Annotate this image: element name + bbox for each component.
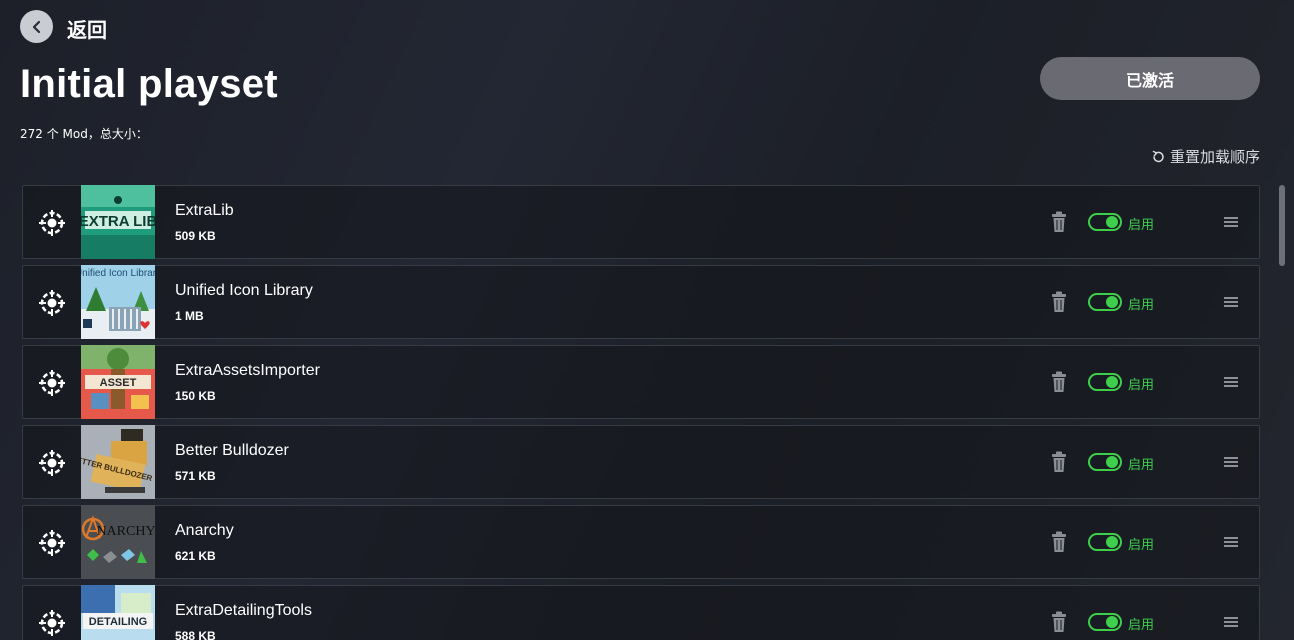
- scrollbar-thumb[interactable]: [1279, 185, 1285, 266]
- paradox-mods-icon: [39, 530, 65, 556]
- paradox-mods-icon: [39, 370, 65, 396]
- thumbnail-text: DETAILING: [89, 616, 147, 628]
- trash-icon[interactable]: [1049, 451, 1069, 473]
- paradox-mods-icon: [39, 290, 65, 316]
- paradox-mods-icon: [39, 610, 65, 636]
- mod-size: 621 KB: [175, 549, 216, 563]
- enable-toggle[interactable]: [1088, 213, 1122, 231]
- enable-toggle[interactable]: [1088, 293, 1122, 311]
- extralib-thumbnail: EXTRA LIB: [81, 185, 155, 259]
- mod-size: 588 KB: [175, 629, 216, 640]
- page-title: Initial playset: [20, 62, 278, 106]
- mod-size: 150 KB: [175, 389, 216, 403]
- enable-toggle-label: 启用: [1128, 538, 1155, 553]
- mod-name: Anarchy: [175, 522, 234, 539]
- mod-list: EXTRA LIB ExtraLib 509 KB 启用 nified Icon…: [22, 185, 1260, 640]
- enable-toggle-label: 启用: [1128, 298, 1155, 313]
- reset-load-order-button[interactable]: 重置加载顺序: [1151, 146, 1260, 167]
- paradox-mods-icon: [39, 450, 65, 476]
- mod-size: 509 KB: [175, 229, 216, 243]
- drag-handle-icon[interactable]: [1223, 215, 1239, 229]
- mod-row[interactable]: DETAILING ExtraDetailingTools 588 KB 启用: [22, 585, 1260, 640]
- trash-icon[interactable]: [1049, 531, 1069, 553]
- mod-row[interactable]: BETTER BULLDOZER Better Bulldozer 571 KB…: [22, 425, 1260, 499]
- mod-name: Better Bulldozer: [175, 442, 289, 459]
- scrollbar[interactable]: [1279, 185, 1285, 640]
- mod-row[interactable]: ASSET ExtraAssetsImporter 150 KB 启用: [22, 345, 1260, 419]
- thumbnail-text: Unified Icon Library: [81, 268, 155, 279]
- drag-handle-icon[interactable]: [1223, 615, 1239, 629]
- enable-toggle-label: 启用: [1128, 218, 1155, 233]
- paradox-mods-icon: [39, 210, 65, 236]
- mod-name: ExtraAssetsImporter: [175, 362, 320, 379]
- drag-handle-icon[interactable]: [1223, 455, 1239, 469]
- refresh-icon: [1152, 150, 1164, 162]
- drag-handle-icon[interactable]: [1223, 535, 1239, 549]
- enable-toggle-label: 启用: [1128, 618, 1155, 633]
- trash-icon[interactable]: [1049, 211, 1069, 233]
- back-label[interactable]: 返回: [67, 14, 107, 43]
- extra-detailing-tools-thumbnail: DETAILING: [81, 585, 155, 640]
- enable-toggle[interactable]: [1088, 453, 1122, 471]
- back-button[interactable]: [20, 10, 53, 43]
- trash-icon[interactable]: [1049, 371, 1069, 393]
- mod-row[interactable]: NARCHY Anarchy 621 KB 启用: [22, 505, 1260, 579]
- enable-toggle-label: 启用: [1128, 458, 1155, 473]
- thumbnail-text: ASSET: [100, 377, 137, 389]
- mod-size: 571 KB: [175, 469, 216, 483]
- mod-name: ExtraLib: [175, 202, 234, 219]
- mod-name: Unified Icon Library: [175, 282, 313, 299]
- unified-icon-library-thumbnail: Unified Icon Library: [81, 265, 155, 339]
- mod-name: ExtraDetailingTools: [175, 602, 312, 619]
- enable-toggle[interactable]: [1088, 613, 1122, 631]
- enable-toggle[interactable]: [1088, 373, 1122, 391]
- drag-handle-icon[interactable]: [1223, 295, 1239, 309]
- better-bulldozer-thumbnail: BETTER BULLDOZER: [81, 425, 155, 499]
- enable-toggle[interactable]: [1088, 533, 1122, 551]
- mod-row[interactable]: EXTRA LIB ExtraLib 509 KB 启用: [22, 185, 1260, 259]
- enable-toggle-label: 启用: [1128, 378, 1155, 393]
- thumbnail-text: NARCHY: [96, 524, 155, 539]
- mod-row[interactable]: Unified Icon Library Unified Icon Librar…: [22, 265, 1260, 339]
- mod-size: 1 MB: [175, 309, 204, 323]
- reset-load-order-label: 重置加载顺序: [1169, 148, 1260, 166]
- trash-icon[interactable]: [1049, 611, 1069, 633]
- anarchy-thumbnail: NARCHY: [81, 505, 155, 579]
- activated-button[interactable]: 已激活: [1040, 57, 1260, 100]
- chevron-left-icon: [32, 20, 40, 33]
- drag-handle-icon[interactable]: [1223, 375, 1239, 389]
- trash-icon[interactable]: [1049, 291, 1069, 313]
- thumbnail-text: EXTRA LIB: [81, 213, 155, 230]
- playset-summary: 272 个 Mod，总大小：: [20, 127, 148, 141]
- extra-assets-importer-thumbnail: ASSET: [81, 345, 155, 419]
